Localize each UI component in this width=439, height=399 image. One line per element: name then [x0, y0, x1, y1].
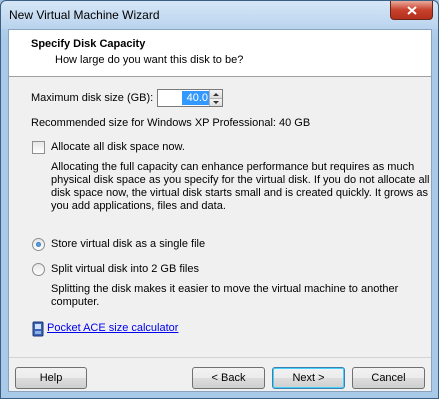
footer-divider	[9, 357, 431, 358]
wizard-content: Specify Disk Capacity How large do you w…	[8, 29, 432, 392]
wizard-header: Specify Disk Capacity How large do you w…	[9, 30, 431, 77]
split-description: Splitting the disk makes it easier to mo…	[51, 283, 398, 309]
size-calculator-link[interactable]: Pocket ACE size calculator	[47, 322, 178, 334]
allocate-checkbox[interactable]	[32, 141, 45, 154]
allocate-label[interactable]: Allocate all disk space now.	[51, 141, 185, 153]
description-line: physical disk space as you specify for t…	[51, 174, 430, 186]
close-button[interactable]	[390, 1, 433, 20]
cancel-button[interactable]: Cancel	[352, 367, 425, 389]
disk-size-spinner[interactable]: 40.0	[157, 89, 223, 107]
description-line: you add applications, files and data.	[51, 200, 226, 212]
single-file-radio[interactable]	[32, 238, 45, 251]
help-button[interactable]: Help	[15, 367, 87, 389]
title-bar[interactable]: New Virtual Machine Wizard	[1, 1, 438, 29]
back-button[interactable]: < Back	[192, 367, 265, 389]
disk-size-input[interactable]: 40.0	[182, 91, 210, 105]
split-files-radio[interactable]	[32, 263, 45, 276]
device-icon	[32, 321, 44, 340]
description-line: computer.	[51, 296, 100, 308]
single-file-label[interactable]: Store virtual disk as a single file	[51, 238, 205, 250]
description-line: Allocating the full capacity can enhance…	[51, 161, 415, 173]
next-button[interactable]: Next >	[272, 367, 345, 389]
disk-size-label: Maximum disk size (GB):	[31, 92, 154, 104]
arrow-up-icon	[213, 92, 219, 96]
description-line: disk space now, the virtual disk starts …	[51, 187, 429, 199]
spinner-up-button[interactable]	[210, 90, 222, 98]
close-icon	[406, 5, 417, 15]
recommended-size-text: Recommended size for Windows XP Professi…	[31, 117, 311, 129]
arrow-down-icon	[213, 101, 219, 104]
spinner-down-button[interactable]	[210, 98, 222, 106]
allocate-description: Allocating the full capacity can enhance…	[51, 161, 429, 213]
spinner-arrows[interactable]	[209, 90, 222, 106]
wizard-window: New Virtual Machine Wizard Specify Disk …	[0, 0, 439, 399]
page-title: Specify Disk Capacity	[31, 38, 146, 50]
page-subtitle: How large do you want this disk to be?	[55, 54, 244, 66]
window-title: New Virtual Machine Wizard	[9, 8, 160, 22]
description-line: Splitting the disk makes it easier to mo…	[51, 283, 399, 295]
split-files-label[interactable]: Split virtual disk into 2 GB files	[51, 263, 199, 275]
